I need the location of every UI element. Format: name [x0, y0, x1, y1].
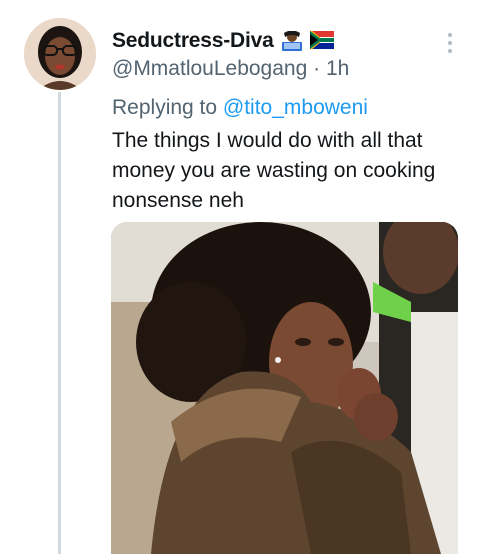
- tweet-photo[interactable]: [111, 222, 458, 554]
- more-options-icon[interactable]: [446, 33, 454, 55]
- user-handle[interactable]: @MmatlouLebogang: [112, 57, 307, 80]
- technologist-emoji-icon: [280, 30, 304, 51]
- tweet[interactable]: Seductress-Diva @MmatlouLebogang · 1h Re…: [0, 0, 480, 554]
- name-row: Seductress-Diva: [112, 28, 440, 54]
- south-africa-flag-icon: [308, 29, 334, 51]
- tweet-time[interactable]: 1h: [326, 57, 349, 80]
- replying-prefix: Replying to: [112, 96, 218, 119]
- replying-to: Replying to @tito_mboweni: [112, 96, 368, 120]
- meta-row: @MmatlouLebogang · 1h: [112, 57, 440, 81]
- tweet-header: Seductress-Diva @MmatlouLebogang · 1h: [112, 28, 440, 81]
- meta-separator: ·: [313, 57, 321, 80]
- thread-line: [58, 92, 61, 554]
- avatar[interactable]: [24, 18, 96, 90]
- tweet-text: The things I would do with all that mone…: [112, 129, 436, 212]
- replying-mention-link[interactable]: @tito_mboweni: [223, 96, 368, 119]
- display-name[interactable]: Seductress-Diva: [112, 29, 274, 53]
